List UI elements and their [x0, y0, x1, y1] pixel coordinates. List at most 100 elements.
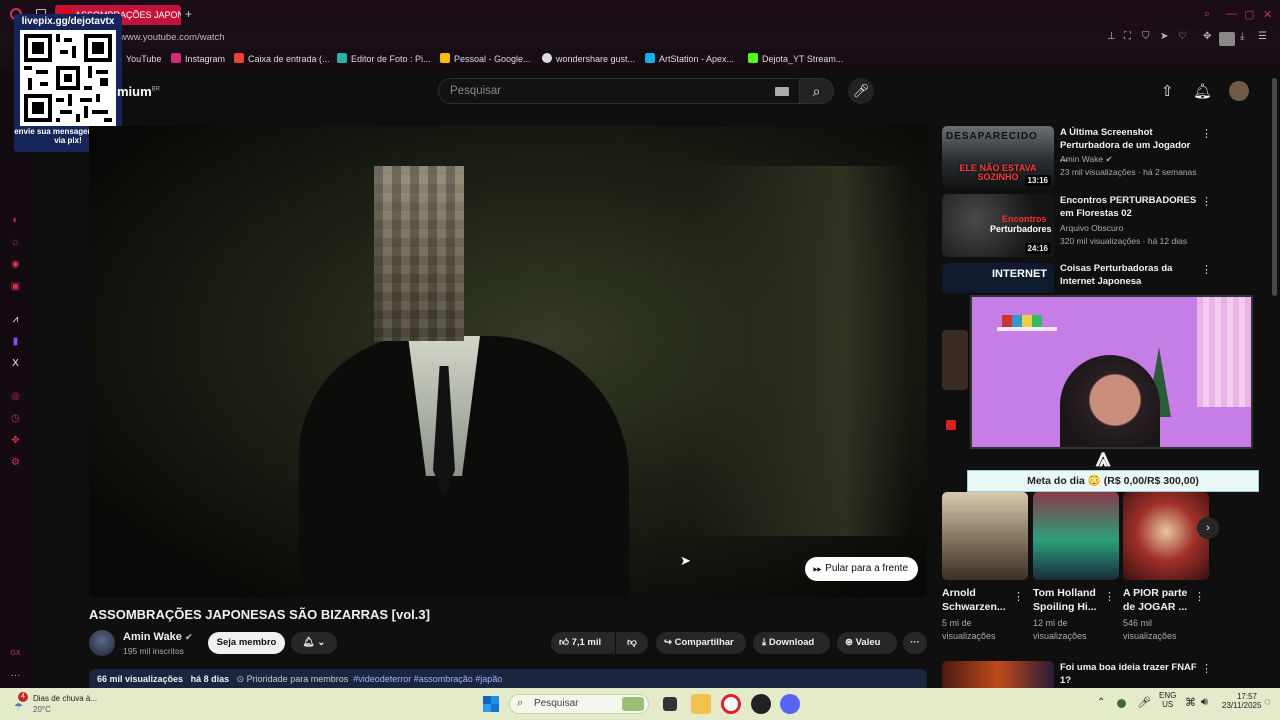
x-twitter-icon[interactable]: X: [9, 358, 22, 371]
channel-avatar[interactable]: [89, 630, 115, 656]
file-explorer-icon[interactable]: [691, 694, 711, 714]
skip-forward-button[interactable]: ⏩︎ Pular para a frente: [805, 557, 918, 581]
more-vert-icon[interactable]: ⋮: [1201, 127, 1212, 140]
close-button[interactable]: ✕: [1263, 8, 1272, 21]
more-actions-button[interactable]: ···: [903, 632, 927, 654]
more-vert-icon[interactable]: ⋮: [1194, 590, 1205, 603]
tray-app-icon[interactable]: [1117, 699, 1126, 708]
video-player[interactable]: ⏩︎ Pular para a frente: [89, 126, 927, 597]
microphone-tray-icon[interactable]: 🎤︎: [1137, 696, 1151, 709]
keyboard-icon[interactable]: [775, 87, 789, 96]
short-thumbnail[interactable]: [942, 492, 1028, 580]
twitch-icon[interactable]: ▮: [9, 336, 22, 349]
related-title[interactable]: Encontros PERTURBADORES em Florestas 02: [1060, 194, 1200, 220]
maximize-button[interactable]: ▢: [1244, 8, 1254, 21]
pin-icon[interactable]: ⊥: [1107, 31, 1116, 42]
weather-widget[interactable]: 4 ☂ Dias de chuva à... 20°C: [12, 692, 102, 715]
task-view-icon[interactable]: [663, 697, 677, 711]
bookmark-kick-stream[interactable]: Dejota_YT Stream...: [748, 53, 843, 64]
short-title[interactable]: A PIOR parte de JOGAR ...: [1123, 586, 1199, 614]
short-title[interactable]: Arnold Schwarzen...: [942, 586, 1018, 614]
more-icon[interactable]: ···: [9, 670, 22, 683]
search-input[interactable]: Pesquisar: [438, 78, 800, 104]
bookmark-gmail[interactable]: Caixa de entrada (...: [234, 53, 330, 64]
page-scrollbar[interactable]: [1272, 78, 1277, 296]
minimize-button[interactable]: —: [1226, 8, 1237, 20]
volume-icon[interactable]: 🔊︎: [1201, 696, 1208, 709]
kick-sidebar-icon[interactable]: ⩘: [9, 314, 22, 327]
share-button[interactable]: ↪ Compartilhar: [656, 632, 746, 654]
channel-name[interactable]: Amin Wake ✔: [123, 631, 193, 643]
vpn-shield-icon[interactable]: ⛉: [1142, 31, 1150, 42]
upload-icon[interactable]: ⇧: [1161, 82, 1174, 100]
shorts-next-button[interactable]: ›: [1197, 517, 1219, 539]
menu-icon[interactable]: ☰: [1258, 31, 1267, 42]
bookmark-wondershare[interactable]: wondershare gust...: [542, 53, 635, 64]
bag-icon[interactable]: ⌂: [9, 237, 22, 250]
snapshot-icon[interactable]: ⛶: [1124, 31, 1131, 42]
network-icon[interactable]: ⌘: [1185, 696, 1196, 709]
bookmark-instagram[interactable]: Instagram: [171, 53, 225, 64]
clock[interactable]: 17:57 23/11/2025: [1222, 692, 1261, 710]
subscription-bell-button[interactable]: 🔔︎ ⌄: [291, 632, 337, 654]
download-button[interactable]: ⤓ Download: [753, 632, 830, 654]
extensions-sidebar-icon[interactable]: ✥: [9, 435, 22, 448]
bookmark-photo-editor[interactable]: Editor de Foto : Pi...: [337, 53, 431, 64]
pixelated-face: [374, 166, 464, 341]
more-vert-icon[interactable]: ⋮: [1201, 195, 1212, 208]
description-box[interactable]: 66 mil visualizações há 8 dias ⊙ Priorid…: [89, 669, 927, 688]
bookmark-artstation[interactable]: ArtStation - Apex...: [645, 53, 734, 64]
messenger-icon[interactable]: ◉: [9, 259, 22, 272]
settings-icon[interactable]: ⚙: [9, 457, 22, 470]
taskbar-search[interactable]: ⌕ Pesquisar: [509, 694, 649, 714]
related-title[interactable]: Foi uma boa ideia trazer FNAF 1?: [1060, 661, 1200, 687]
search-tabs-icon[interactable]: ⌕: [1204, 8, 1210, 21]
notifications-bell-icon[interactable]: 🔔︎: [1193, 82, 1212, 100]
related-thumbnail[interactable]: INTERNET: [942, 263, 1054, 293]
account-avatar[interactable]: [1229, 81, 1249, 101]
related-channel[interactable]: Amin Wake ✔: [1060, 153, 1113, 166]
aria-icon[interactable]: ◐: [9, 215, 22, 228]
language-indicator[interactable]: ENG US: [1159, 691, 1176, 709]
bookmark-google-drive[interactable]: Pessoal - Google...: [440, 53, 531, 64]
heart-icon[interactable]: ♡: [1178, 31, 1187, 42]
more-vert-icon[interactable]: ⋮: [1201, 263, 1212, 276]
related-thumbnail[interactable]: DESAPARECIDO ELE NÃO ESTAVA SOZINHO 13:1…: [942, 126, 1054, 189]
search-icon: ⌕: [517, 697, 524, 709]
thanks-button[interactable]: ⊛ Valeu: [837, 632, 897, 654]
downloads-icon[interactable]: ⤓: [1240, 31, 1244, 42]
profile-avatar[interactable]: [1219, 32, 1235, 46]
more-vert-icon[interactable]: ⋮: [1104, 590, 1115, 603]
more-vert-icon[interactable]: ⋮: [1013, 590, 1024, 603]
history-icon[interactable]: ◎: [9, 391, 22, 404]
search-button[interactable]: ⌕: [800, 78, 834, 104]
related-thumbnail[interactable]: [942, 330, 968, 390]
short-thumbnail[interactable]: [1123, 492, 1209, 580]
like-button[interactable]: 👍︎ 7,1 mil: [551, 632, 615, 654]
notifications-icon[interactable]: ◌: [1264, 696, 1271, 708]
youtube-premium-logo[interactable]: miumBR: [117, 84, 160, 99]
extensions-icon[interactable]: ✥: [1203, 31, 1211, 42]
start-windows-icon[interactable]: [483, 696, 499, 712]
url-field[interactable]: www.youtube.com/watch: [120, 32, 225, 43]
tray-chevron-up-icon[interactable]: ⌃: [1097, 697, 1105, 708]
short-thumbnail[interactable]: [1033, 492, 1119, 580]
hashtags[interactable]: #videodeterror #assombração #japão: [353, 674, 502, 684]
clock-icon[interactable]: ◷: [9, 413, 22, 426]
send-icon[interactable]: ➤: [1160, 31, 1168, 42]
related-thumbnail[interactable]: [942, 661, 1054, 688]
dislike-button[interactable]: 👎︎: [616, 632, 648, 654]
related-thumbnail[interactable]: Encontros Perturbadores 24:16: [942, 194, 1054, 257]
related-channel[interactable]: Arquivo Obscuro: [1060, 222, 1123, 235]
player-icon[interactable]: ▣: [9, 281, 22, 294]
obs-icon[interactable]: [751, 694, 771, 714]
discord-icon[interactable]: [780, 694, 800, 714]
new-tab-button[interactable]: +: [185, 7, 192, 21]
voice-search-button[interactable]: 🎤︎: [848, 78, 874, 104]
more-vert-icon[interactable]: ⋮: [1201, 662, 1212, 675]
gx-icon[interactable]: GX: [9, 650, 22, 663]
opera-gx-taskbar-icon[interactable]: [721, 694, 741, 714]
short-title[interactable]: Tom Holland Spoiling Hi...: [1033, 586, 1109, 614]
related-title[interactable]: Coisas Perturbadoras da Internet Japones…: [1060, 262, 1200, 288]
join-button[interactable]: Seja membro: [208, 632, 285, 654]
